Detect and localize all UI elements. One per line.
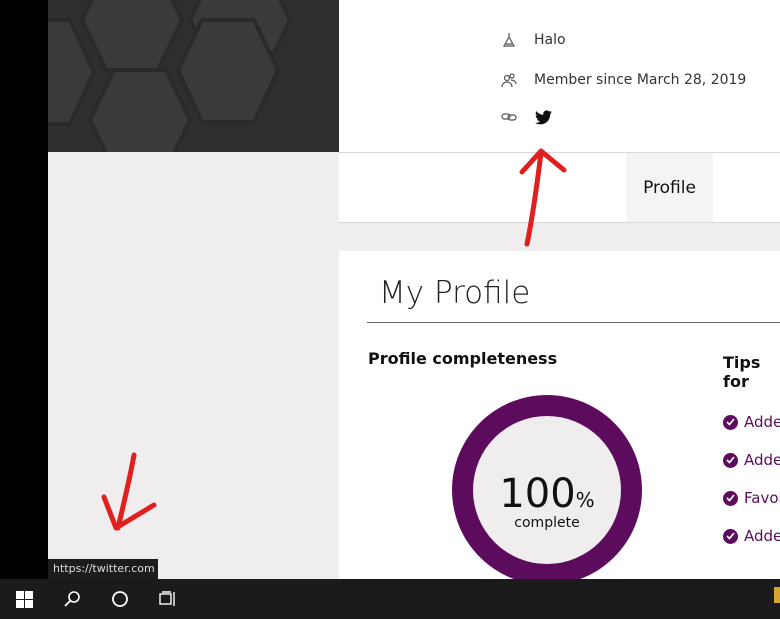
completeness-ring: 100% complete (452, 395, 642, 585)
people-icon (500, 71, 518, 89)
checkmark-icon (723, 528, 738, 544)
profile-tabs: Profile (339, 153, 780, 223)
status-url-tooltip: https://twitter.com (48, 559, 158, 579)
links-row (500, 108, 552, 126)
game-row: Halo (500, 31, 566, 49)
checkmark-icon (723, 490, 738, 506)
completeness-ring-center: 100% complete (473, 416, 621, 564)
game-label: Halo (534, 32, 566, 48)
percent-value: 100 (499, 471, 576, 517)
title-divider (367, 322, 780, 323)
tip-item[interactable]: Adde (723, 451, 780, 469)
tab-profile[interactable]: Profile (626, 153, 713, 222)
game-icon (500, 31, 518, 49)
page-title: My Profile (379, 275, 531, 311)
search-icon[interactable] (48, 579, 96, 619)
checkmark-icon (723, 452, 738, 468)
cortana-icon[interactable] (96, 579, 144, 619)
my-profile-card: My Profile Profile completeness Tips for… (339, 251, 780, 585)
checkmark-icon (723, 414, 738, 430)
profile-banner (48, 0, 339, 152)
hexagon-pattern (48, 0, 293, 152)
link-icon (500, 108, 518, 126)
tip-item[interactable]: Adde (723, 413, 780, 431)
completeness-heading: Profile completeness (368, 349, 558, 368)
tip-label: Adde (744, 527, 780, 545)
desktop-left-edge (0, 0, 48, 579)
windows-start-icon[interactable] (0, 579, 48, 619)
tips-heading: Tips for (723, 353, 761, 391)
completeness-percent: 100% (473, 471, 621, 517)
task-view-icon[interactable] (144, 579, 192, 619)
tip-label: Adde (744, 413, 780, 431)
profile-info-card: Halo Member since March 28, 2019 (339, 0, 780, 153)
file-explorer-icon[interactable] (774, 587, 780, 603)
percent-sign: % (575, 488, 595, 512)
tip-label: Adde (744, 451, 780, 469)
tip-label: Favor (744, 489, 780, 507)
taskbar (0, 579, 780, 619)
member-since-label: Member since March 28, 2019 (534, 72, 747, 88)
tip-item[interactable]: Favor (723, 489, 780, 507)
tip-item[interactable]: Adde (723, 527, 780, 545)
member-row: Member since March 28, 2019 (500, 71, 746, 89)
complete-label: complete (514, 515, 580, 531)
twitter-icon[interactable] (534, 108, 552, 126)
